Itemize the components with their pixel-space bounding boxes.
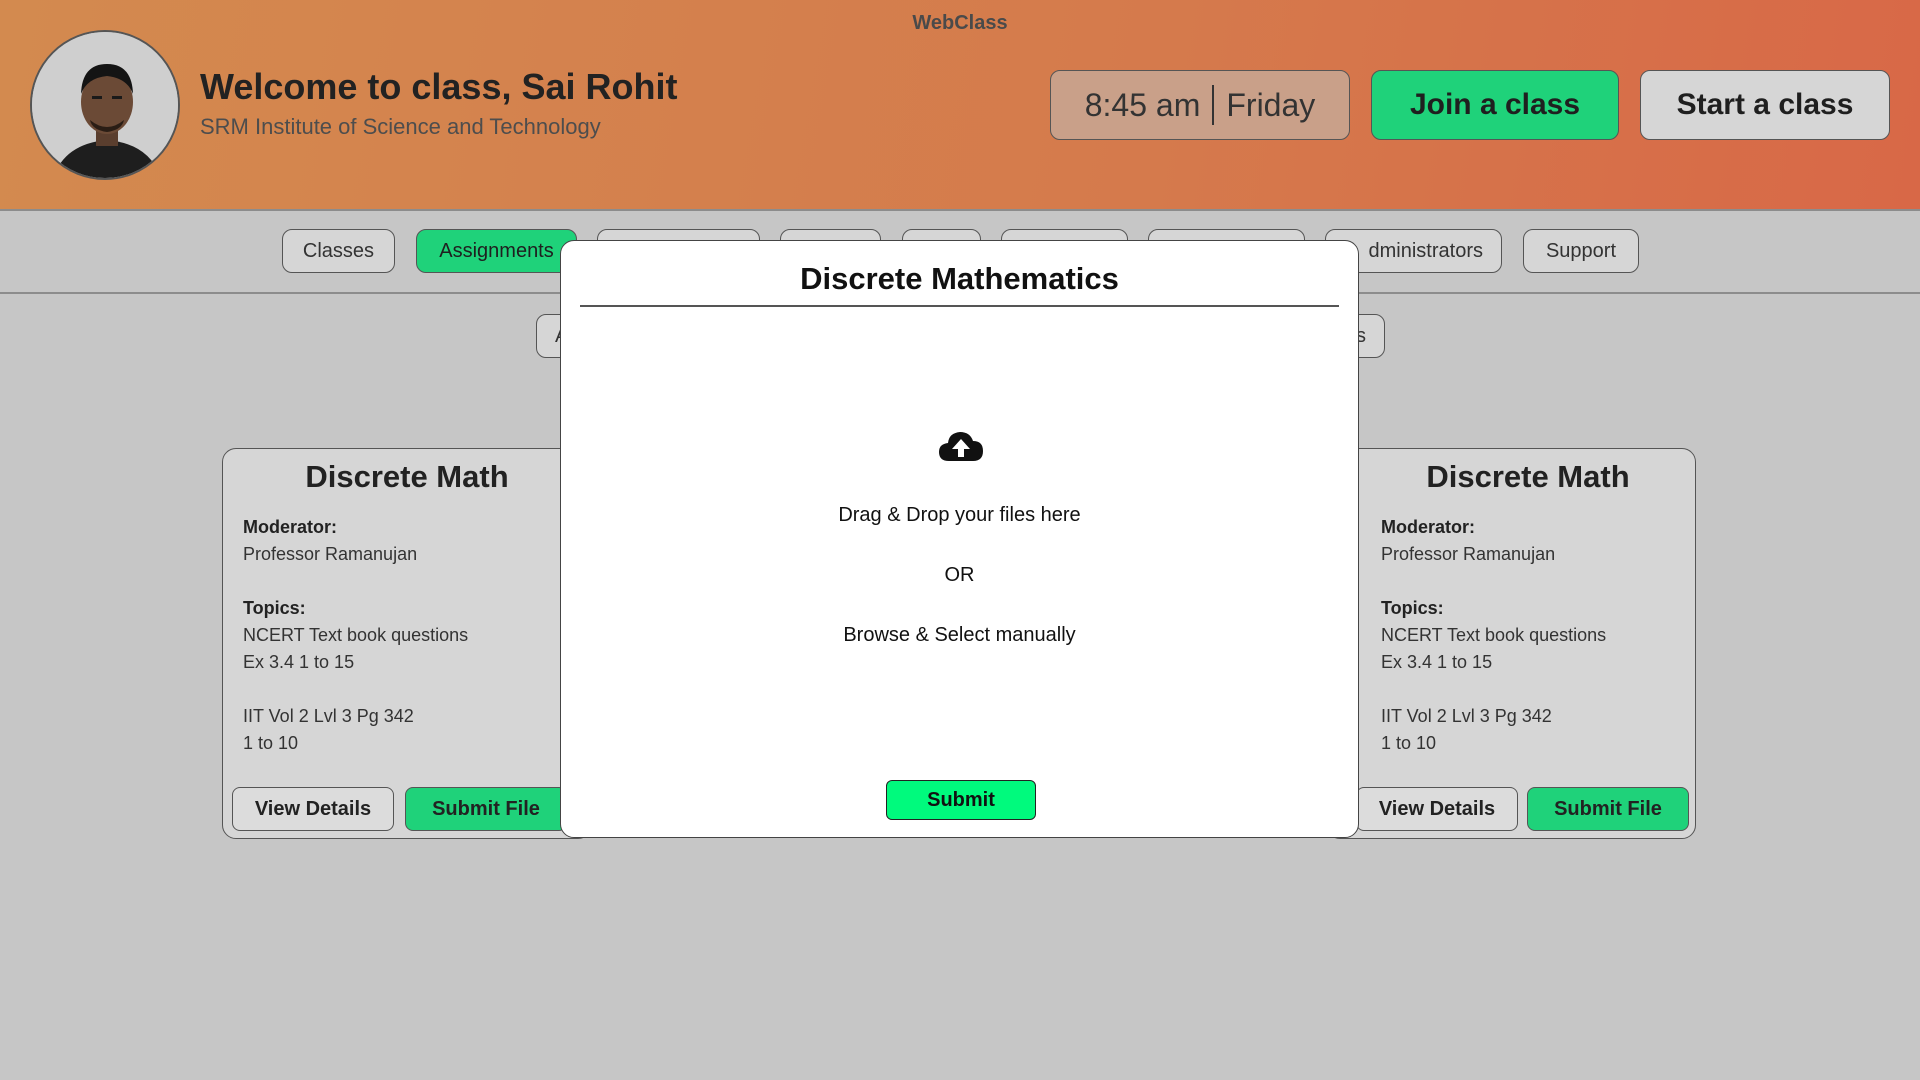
submit-file-button[interactable]: Submit File (1527, 787, 1689, 831)
view-details-button[interactable]: View Details (232, 787, 394, 831)
time-separator (1212, 85, 1215, 125)
time-display: 8:45 am Friday (1050, 70, 1350, 140)
header: WebClass Welcome to class, Sai Rohit SRM… (0, 0, 1920, 211)
tab-support[interactable]: Support (1523, 229, 1639, 273)
topic-line: IIT Vol 2 Lvl 3 Pg 342 (1381, 706, 1552, 726)
time-value: 8:45 am (1084, 86, 1201, 123)
cloud-upload-icon[interactable] (937, 427, 985, 463)
topic-line: Ex 3.4 1 to 15 (243, 652, 355, 672)
moderator-label: Moderator: (243, 517, 337, 537)
tab-assignments[interactable]: Assignments (416, 229, 577, 273)
submit-file-button[interactable]: Submit File (405, 787, 567, 831)
browse-link[interactable]: Browse & Select manually (561, 624, 1358, 647)
assignment-card: Discrete Math Moderator: Professor Raman… (222, 448, 592, 839)
topic-line: 1 to 10 (1381, 733, 1437, 753)
upload-modal: Discrete Mathematics Drag & Drop your fi… (560, 240, 1359, 838)
topic-line: NCERT Text book questions (1381, 625, 1607, 645)
card-title: Discrete Math (1426, 459, 1630, 494)
institute-name: SRM Institute of Science and Technology (200, 114, 601, 139)
topic-line: IIT Vol 2 Lvl 3 Pg 342 (243, 706, 414, 726)
moderator-name: Professor Ramanujan (1381, 544, 1556, 564)
modal-divider (580, 305, 1339, 307)
topic-line: Ex 3.4 1 to 15 (1381, 652, 1493, 672)
start-class-button[interactable]: Start a class (1640, 70, 1890, 140)
topics-label: Topics: (1381, 598, 1444, 618)
avatar[interactable] (30, 30, 180, 180)
topics-label: Topics: (243, 598, 306, 618)
moderator-label: Moderator: (1381, 517, 1475, 537)
card-title: Discrete Math (305, 459, 509, 494)
modal-submit-button[interactable]: Submit (886, 780, 1036, 820)
tab-classes[interactable]: Classes (282, 229, 395, 273)
view-details-button[interactable]: View Details (1356, 787, 1518, 831)
moderator-name: Professor Ramanujan (243, 544, 418, 564)
join-class-button[interactable]: Join a class (1371, 70, 1619, 140)
app-title: WebClass (912, 12, 1008, 34)
or-text: OR (944, 564, 975, 586)
topic-line: NCERT Text book questions (243, 625, 469, 645)
assignment-card: Discrete Math Moderator: Professor Raman… (1326, 448, 1696, 839)
drag-drop-text[interactable]: Drag & Drop your files here (561, 504, 1358, 527)
topic-line: 1 to 10 (243, 733, 299, 753)
avatar-image (32, 32, 178, 178)
welcome-heading: Welcome to class, Sai Rohit (200, 66, 678, 107)
modal-title: Discrete Mathematics (800, 261, 1119, 296)
day-value: Friday (1226, 86, 1316, 123)
